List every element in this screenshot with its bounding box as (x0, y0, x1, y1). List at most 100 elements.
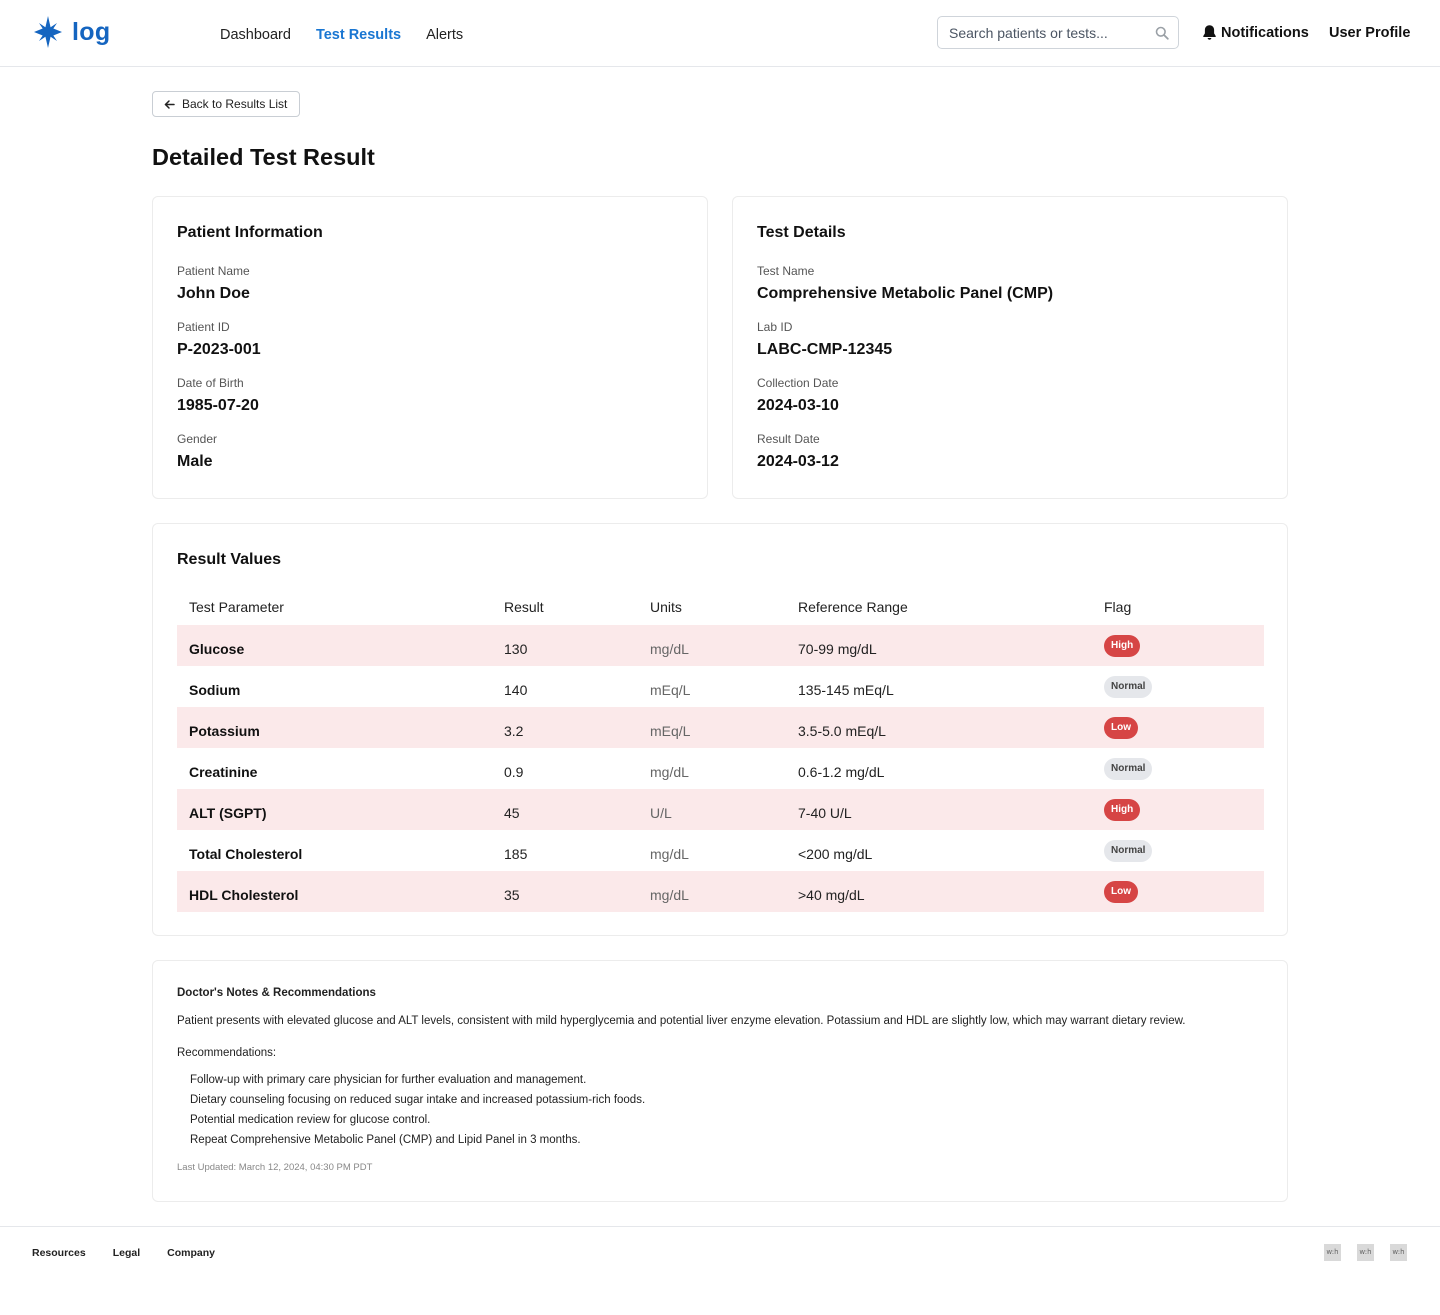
table-row: Total Cholesterol 185 mg/dL <200 mg/dL N… (177, 830, 1264, 871)
result-values-title: Result Values (177, 551, 282, 568)
result-cell: 3.2 (504, 723, 524, 739)
col-header-parameter: Test Parameter (189, 599, 284, 615)
units-cell: mEq/L (650, 682, 691, 698)
social-icons: w:h w:h w:h (1324, 1244, 1407, 1261)
footer-link-company[interactable]: Company (167, 1247, 215, 1259)
param-cell: ALT (SGPT) (189, 805, 267, 821)
nav-dashboard[interactable]: Dashboard (220, 25, 291, 45)
param-cell: Total Cholesterol (189, 846, 303, 862)
notes-title: Doctor's Notes & Recommendations (177, 987, 376, 999)
range-cell: >40 mg/dL (798, 887, 865, 903)
list-item: Potential medication review for glucose … (190, 1114, 431, 1126)
nav-test-results[interactable]: Test Results (316, 25, 401, 45)
brand-name: log (72, 18, 111, 46)
table-header-row: Test Parameter Result Units Reference Ra… (177, 594, 1264, 625)
units-cell: mg/dL (650, 887, 689, 903)
gender-value: Male (177, 453, 213, 470)
results-table: Test Parameter Result Units Reference Ra… (177, 594, 1264, 912)
notifications-label: Notifications (1221, 24, 1309, 41)
result-date-label: Result Date (757, 432, 820, 446)
units-cell: mg/dL (650, 846, 689, 862)
col-header-reference-range: Reference Range (798, 599, 908, 615)
table-row: Potassium 3.2 mEq/L 3.5-5.0 mEq/L Low (177, 707, 1264, 748)
param-cell: Potassium (189, 723, 260, 739)
flag-badge-high: High (1104, 799, 1141, 821)
flag-badge-normal: Normal (1104, 676, 1153, 698)
result-cell: 45 (504, 805, 520, 821)
notes-text: Patient presents with elevated glucose a… (177, 1015, 1186, 1027)
result-cell: 0.9 (504, 764, 524, 780)
table-row: ALT (SGPT) 45 U/L 7-40 U/L High (177, 789, 1264, 830)
page-footer: Resources Legal Company w:h w:h w:h (0, 1226, 1440, 1315)
result-cell: 35 (504, 887, 520, 903)
col-header-units: Units (650, 599, 682, 615)
flag-badge-low: Low (1104, 717, 1138, 739)
units-cell: U/L (650, 805, 672, 821)
star-logo-icon (34, 16, 62, 48)
table-row: Creatinine 0.9 mg/dL 0.6-1.2 mg/dL Norma… (177, 748, 1264, 789)
collection-date-label: Collection Date (757, 376, 839, 390)
param-cell: Glucose (189, 641, 245, 657)
test-details-card: Test Details Test Name Comprehensive Met… (732, 196, 1288, 499)
collection-date-value: 2024-03-10 (757, 397, 839, 414)
brand-logo[interactable]: log (34, 16, 110, 48)
search-box (937, 16, 1179, 49)
param-cell: Sodium (189, 682, 241, 698)
lab-id-label: Lab ID (757, 320, 793, 334)
col-header-result: Result (504, 599, 544, 615)
result-cell: 130 (504, 641, 528, 657)
table-row: Sodium 140 mEq/L 135-145 mEq/L Normal (177, 666, 1264, 707)
units-cell: mg/dL (650, 764, 689, 780)
flag-badge-high: High (1104, 635, 1141, 657)
range-cell: 70-99 mg/dL (798, 641, 877, 657)
page-title: Detailed Test Result (152, 144, 375, 170)
back-to-results-button[interactable]: Back to Results List (152, 91, 300, 117)
param-cell: HDL Cholesterol (189, 887, 299, 903)
test-details-title: Test Details (757, 224, 846, 241)
search-input[interactable] (938, 17, 1148, 48)
range-cell: 0.6-1.2 mg/dL (798, 764, 885, 780)
range-cell: 7-40 U/L (798, 805, 852, 821)
footer-link-resources[interactable]: Resources (32, 1247, 86, 1259)
range-cell: <200 mg/dL (798, 846, 873, 862)
list-item: Follow-up with primary care physician fo… (190, 1074, 587, 1086)
dob-label: Date of Birth (177, 376, 244, 390)
list-item: Dietary counseling focusing on reduced s… (190, 1094, 646, 1106)
doctor-notes-card: Doctor's Notes & Recommendations Patient… (152, 960, 1288, 1202)
social-placeholder-icon[interactable]: w:h (1390, 1244, 1407, 1261)
patient-info-card: Patient Information Patient Name John Do… (152, 196, 708, 499)
flag-badge-normal: Normal (1104, 758, 1153, 780)
result-cell: 185 (504, 846, 528, 862)
list-item: Repeat Comprehensive Metabolic Panel (CM… (190, 1134, 581, 1146)
table-row: Glucose 130 mg/dL 70-99 mg/dL High (177, 625, 1264, 666)
col-header-flag: Flag (1104, 599, 1132, 615)
bell-icon (1203, 25, 1216, 40)
arrow-left-icon (164, 99, 175, 109)
table-row: HDL Cholesterol 35 mg/dL >40 mg/dL Low (177, 871, 1264, 912)
search-icon[interactable] (1155, 26, 1169, 40)
social-placeholder-icon[interactable]: w:h (1357, 1244, 1374, 1261)
nav-alerts[interactable]: Alerts (426, 25, 463, 45)
range-cell: 135-145 mEq/L (798, 682, 894, 698)
test-name-value: Comprehensive Metabolic Panel (CMP) (757, 285, 1054, 302)
recommendations-list: Follow-up with primary care physician fo… (190, 1070, 645, 1150)
result-cell: 140 (504, 682, 528, 698)
param-cell: Creatinine (189, 764, 258, 780)
main-nav: Dashboard Test Results Alerts (220, 25, 463, 45)
result-values-card: Result Values Test Parameter Result Unit… (152, 523, 1288, 936)
recommendations-label: Recommendations: (177, 1047, 277, 1059)
user-profile-link[interactable]: User Profile (1329, 24, 1410, 42)
units-cell: mg/dL (650, 641, 689, 657)
patient-id-value: P-2023-001 (177, 341, 261, 358)
test-name-label: Test Name (757, 264, 815, 278)
dob-value: 1985-07-20 (177, 397, 259, 414)
gender-label: Gender (177, 432, 218, 446)
lab-id-value: LABC-CMP-12345 (757, 341, 893, 358)
footer-link-legal[interactable]: Legal (113, 1247, 140, 1259)
patient-name-label: Patient Name (177, 264, 250, 278)
patient-info-title: Patient Information (177, 224, 323, 241)
last-updated-timestamp: Last Updated: March 12, 2024, 04:30 PM P… (177, 1162, 373, 1173)
notifications-button[interactable]: Notifications (1202, 24, 1309, 41)
social-placeholder-icon[interactable]: w:h (1324, 1244, 1341, 1261)
flag-badge-low: Low (1104, 881, 1138, 903)
